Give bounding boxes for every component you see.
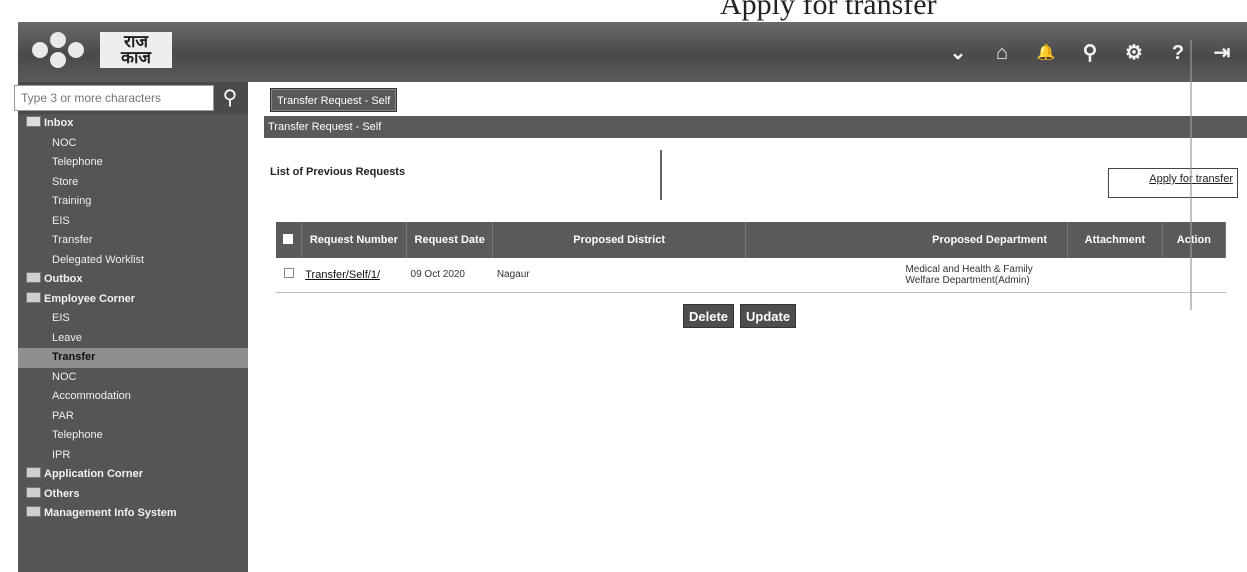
proposed-department-cell: Medical and Health & Family Welfare Depa… bbox=[745, 258, 1068, 293]
outbox-icon bbox=[26, 272, 41, 283]
sidebar-item-employee-corner[interactable]: Employee Corner bbox=[18, 290, 248, 310]
table-header-row: Request Number Request Date Proposed Dis… bbox=[276, 222, 1227, 258]
search-input[interactable] bbox=[14, 85, 214, 111]
sidebar-item-accommodation[interactable]: Accommodation bbox=[18, 387, 248, 407]
sidebar-item-label: Outbox bbox=[44, 273, 83, 285]
top-bar: राज काज ⌄ ⌂ 🔔 ⚲ ⚙ ? ⇥ bbox=[18, 22, 1247, 82]
col-attachment[interactable]: Attachment bbox=[1067, 222, 1163, 258]
action-buttons: Delete Update bbox=[683, 304, 797, 328]
attachment-cell bbox=[1067, 258, 1163, 293]
sidebar-item-noc[interactable]: NOC bbox=[18, 134, 248, 154]
apply-for-transfer-link[interactable]: Apply for transfer bbox=[1108, 168, 1238, 198]
sidebar-item-transfer[interactable]: Transfer bbox=[18, 231, 248, 251]
sidebar-item-label: Application Corner bbox=[44, 468, 144, 480]
sidebar-item-employee-telephone[interactable]: Telephone bbox=[18, 426, 248, 446]
sidebar-item-label: Others bbox=[44, 487, 80, 500]
sidebar-menu: Inbox NOC Telephone Store Training EIS T… bbox=[18, 114, 248, 524]
gear-icon[interactable]: ⚙ bbox=[1123, 42, 1145, 64]
select-all-checkbox[interactable] bbox=[276, 222, 302, 258]
col-request-number[interactable]: Request Number bbox=[301, 222, 408, 258]
search-icon[interactable]: ⚲ bbox=[1079, 42, 1101, 64]
col-proposed-department[interactable]: Proposed Department bbox=[745, 222, 1069, 258]
list-title: List of Previous Requests bbox=[270, 166, 406, 178]
sidebar-item-inbox[interactable]: Inbox bbox=[18, 114, 248, 134]
delete-button[interactable]: Delete bbox=[683, 304, 735, 328]
sidebar-item-par[interactable]: PAR bbox=[18, 407, 248, 427]
proposed-district-cell: Nagaur bbox=[492, 258, 746, 293]
sidebar-item-label: Inbox bbox=[44, 117, 74, 129]
sidebar-item-outbox[interactable]: Outbox bbox=[18, 270, 248, 290]
sidebar-item-application-corner[interactable]: Application Corner bbox=[18, 465, 248, 485]
sidebar-item-eis[interactable]: EIS bbox=[18, 212, 248, 232]
col-proposed-district[interactable]: Proposed District bbox=[492, 222, 746, 258]
col-action: Action bbox=[1162, 222, 1227, 258]
panel-title: Transfer Request - Self bbox=[264, 116, 1247, 138]
sidebar-item-label: Management Info System bbox=[44, 507, 177, 519]
scan-line bbox=[1190, 40, 1192, 310]
application-icon bbox=[26, 467, 41, 478]
mis-icon bbox=[26, 506, 41, 517]
sidebar-item-others[interactable]: Others bbox=[18, 485, 248, 505]
request-date-cell: 09 Oct 2020 bbox=[406, 258, 493, 293]
col-request-date[interactable]: Request Date bbox=[406, 222, 494, 258]
sidebar-item-ipr[interactable]: IPR bbox=[18, 446, 248, 466]
request-number-cell: Transfer/Self/1/ bbox=[301, 258, 407, 293]
sidebar-item-employee-eis[interactable]: EIS bbox=[18, 309, 248, 329]
main-content: Transfer Request - Self Transfer Request… bbox=[258, 82, 1247, 572]
employee-corner-icon bbox=[26, 291, 41, 303]
request-number-link[interactable]: Transfer/Self/1/ bbox=[305, 269, 380, 281]
sidebar-search: ⚲ bbox=[14, 82, 248, 114]
envelope-icon bbox=[26, 116, 41, 127]
sidebar-item-label: Employee Corner bbox=[44, 292, 136, 305]
table-row: Transfer/Self/1/ 09 Oct 2020 Nagaur Medi… bbox=[276, 258, 1226, 293]
logout-icon[interactable]: ⇥ bbox=[1211, 42, 1233, 64]
sidebar-item-mis[interactable]: Management Info System bbox=[18, 504, 248, 524]
others-icon bbox=[26, 486, 41, 498]
sidebar: ⚲ Inbox NOC Telephone Store Training EIS… bbox=[14, 82, 248, 572]
help-icon[interactable]: ? bbox=[1167, 42, 1189, 64]
action-cell bbox=[1162, 258, 1226, 293]
requests-table: Request Number Request Date Proposed Dis… bbox=[276, 222, 1227, 293]
row-checkbox[interactable] bbox=[276, 258, 302, 293]
chevron-down-icon[interactable]: ⌄ bbox=[947, 42, 969, 64]
page-caption: Apply for transfer bbox=[720, 0, 937, 21]
logo: राज काज bbox=[28, 32, 172, 68]
logo-text: राज काज bbox=[100, 32, 172, 68]
sidebar-item-employee-noc[interactable]: NOC bbox=[18, 368, 248, 388]
bell-icon[interactable]: 🔔 bbox=[1035, 42, 1057, 64]
logo-emblem-icon bbox=[28, 32, 92, 68]
sidebar-item-store[interactable]: Store bbox=[18, 173, 248, 193]
tab-transfer-request-self[interactable]: Transfer Request - Self bbox=[270, 88, 398, 112]
scan-mark bbox=[660, 150, 662, 200]
sidebar-item-leave[interactable]: Leave bbox=[18, 329, 248, 349]
sidebar-item-telephone[interactable]: Telephone bbox=[18, 153, 248, 173]
sidebar-item-training[interactable]: Training bbox=[18, 192, 248, 212]
home-icon[interactable]: ⌂ bbox=[991, 42, 1013, 64]
update-button[interactable]: Update bbox=[740, 304, 797, 328]
sidebar-item-employee-transfer[interactable]: Transfer bbox=[18, 348, 248, 368]
sidebar-item-delegated-worklist[interactable]: Delegated Worklist bbox=[18, 251, 248, 271]
search-icon[interactable]: ⚲ bbox=[218, 86, 242, 110]
